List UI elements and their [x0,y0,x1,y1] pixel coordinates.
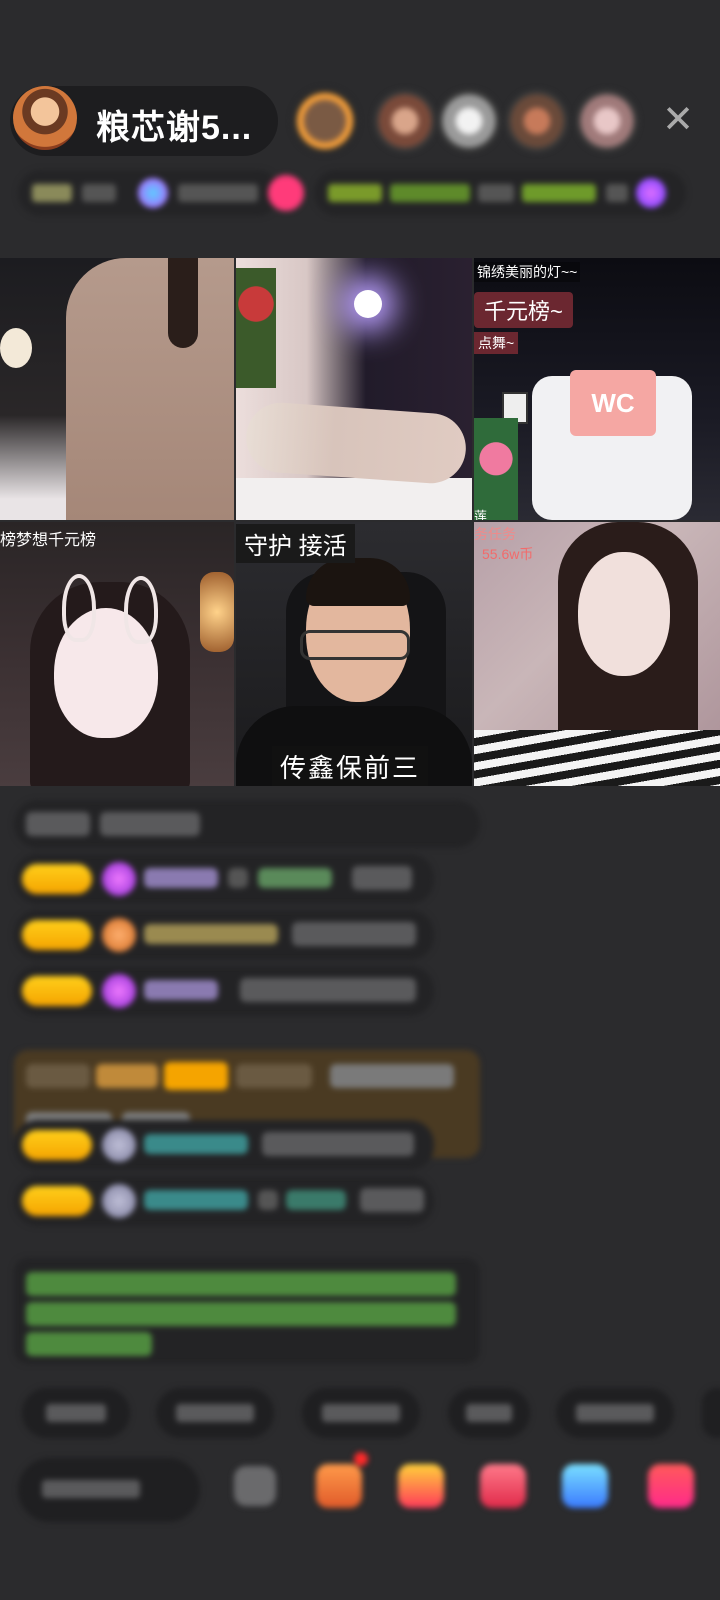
gift-icon[interactable] [398,1464,444,1508]
video-tile[interactable]: 榜梦想千元榜 [0,522,234,786]
streamer-hair [306,558,410,606]
video-grid: WC 锦绣美丽的灯~~ 千元榜~ 点舞~ 莲 榜梦想千元榜 守护 接活 传鑫保前… [0,258,720,786]
quick-reply-button[interactable] [556,1388,674,1438]
quick-reply-button[interactable] [22,1388,130,1438]
gift-icon[interactable] [480,1464,526,1508]
host-name[interactable]: 粮芯谢5... [96,100,252,149]
system-notice [14,1258,480,1364]
chat-message[interactable] [14,800,480,848]
streamer-figure [66,258,234,520]
tile-overlay-label: 守护 接活 [236,524,355,563]
studio-light [354,290,382,318]
chat-message[interactable] [14,1176,434,1226]
quick-reply-button[interactable] [702,1388,720,1438]
close-icon[interactable]: ✕ [660,100,696,140]
bunny-ear [124,576,158,644]
viewer-avatar[interactable] [576,90,638,152]
wc-sign: WC [570,370,656,436]
tile-overlay-label: 点舞~ [474,332,519,354]
gift-icon[interactable] [316,1464,362,1508]
quick-reply-button[interactable] [156,1388,274,1438]
viewer-avatar[interactable] [438,90,500,152]
floor [236,478,472,520]
tile-overlay-label: 55.6w币 [482,546,534,562]
streamer-face [578,552,670,676]
quick-reply-button[interactable] [302,1388,420,1438]
tile-overlay-label: 务任务 [474,526,516,542]
gift-icon[interactable] [562,1464,608,1508]
lamp [200,572,234,652]
tile-overlay-label: 传鑫保前三 [272,746,429,786]
video-tile[interactable]: WC 锦绣美丽的灯~~ 千元榜~ 点舞~ 莲 [474,258,720,520]
viewer-avatar[interactable] [506,90,568,152]
lamp [0,328,32,368]
chat-message[interactable] [14,910,434,960]
viewer-avatar[interactable] [292,88,358,154]
chat-message[interactable] [14,966,434,1016]
viewer-avatar[interactable] [374,90,436,152]
lotus-decoration [474,418,518,520]
flower-decoration [236,268,276,388]
tile-overlay-label: 千元榜~ [474,292,573,328]
tile-overlay-label: 榜梦想千元榜 [0,532,97,549]
tile-overlay-label: 莲 [474,509,488,520]
video-tile[interactable]: 守护 接活 传鑫保前三 [236,522,472,786]
video-tile[interactable]: 务任务 55.6w币 [474,522,720,786]
tile-overlay-label: 锦绣美丽的灯~~ [474,262,581,282]
task-chip[interactable] [314,170,686,216]
streamer-shirt [474,730,720,786]
comment-input[interactable] [18,1458,200,1522]
avatar[interactable] [13,86,77,150]
bunny-ear [62,574,96,642]
gift-icon[interactable] [648,1464,694,1508]
info-row [18,170,698,216]
notification-dot [354,1452,368,1466]
emoji-icon[interactable] [234,1466,276,1506]
quick-reply-button[interactable] [448,1388,530,1438]
chat-message[interactable] [14,1120,434,1170]
streamer-hair [168,258,198,348]
rank-chip[interactable] [18,170,304,216]
video-tile[interactable] [0,258,234,520]
video-tile[interactable] [236,258,472,520]
chat-message[interactable] [14,854,434,904]
streamer-figure [243,400,469,486]
glasses [300,630,410,660]
